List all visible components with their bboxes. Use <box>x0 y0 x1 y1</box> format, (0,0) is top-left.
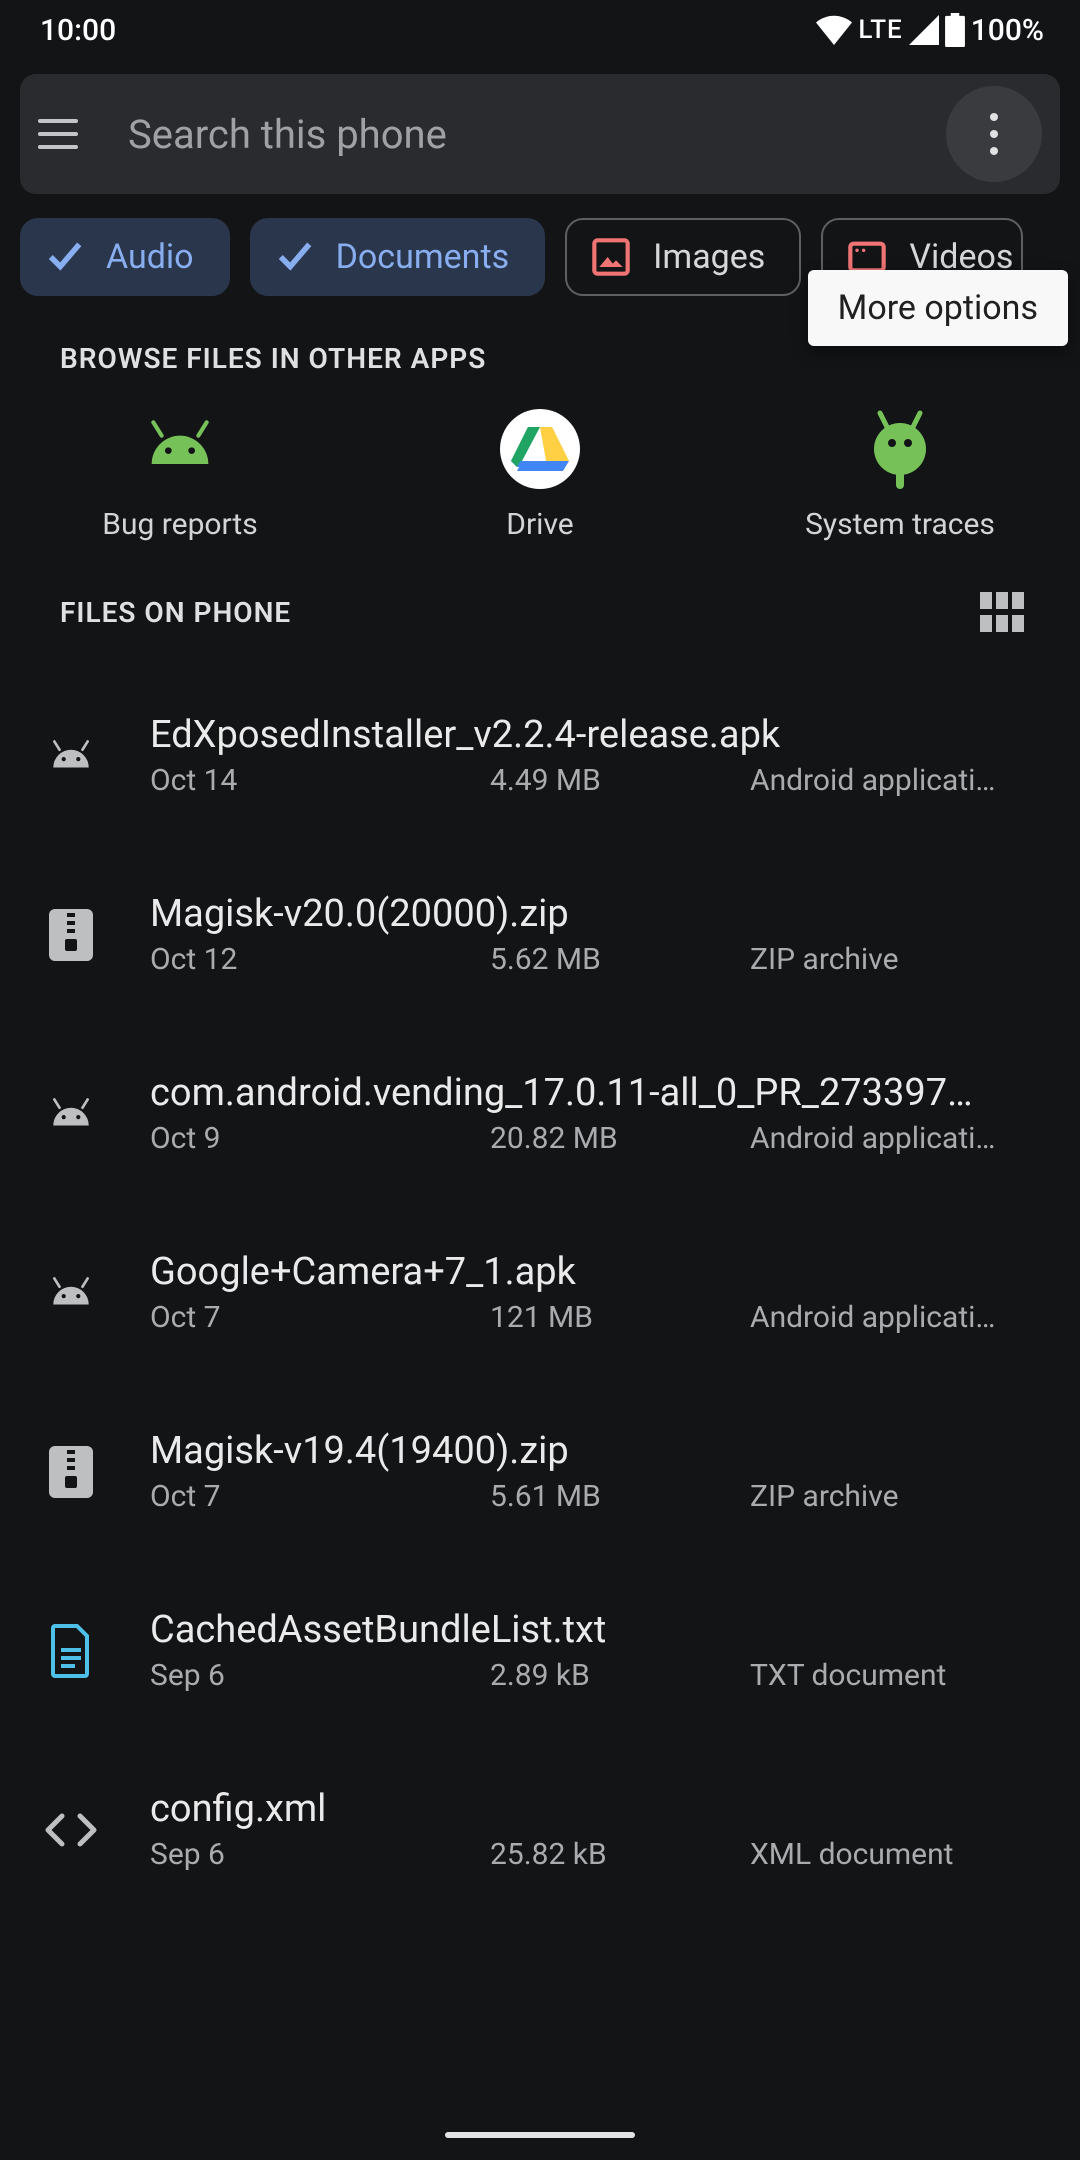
file-name: com.android.vending_17.0.11-all_0_PR_273… <box>150 1071 1040 1115</box>
more-options-tooltip: More options <box>808 270 1068 346</box>
wifi-icon <box>816 15 852 45</box>
file-size: 5.61 MB <box>490 1479 750 1514</box>
drive-icon <box>500 409 580 489</box>
file-row[interactable]: EdXposedInstaller_v2.2.4-release.apk Oct… <box>0 666 1080 845</box>
zip-icon <box>42 906 100 964</box>
file-name: CachedAssetBundleList.txt <box>150 1608 1040 1652</box>
file-type: XML document <box>750 1837 1040 1872</box>
file-type: ZIP archive <box>750 942 1040 977</box>
app-bug-reports[interactable]: Bug reports <box>50 409 310 542</box>
search-bar[interactable]: Search this phone <box>20 74 1060 194</box>
file-size: 4.49 MB <box>490 763 750 798</box>
chip-label: Images <box>653 237 765 277</box>
app-label: Drive <box>506 507 573 542</box>
image-icon <box>591 237 631 277</box>
chip-label: Documents <box>336 237 510 277</box>
app-drive[interactable]: Drive <box>410 409 670 542</box>
status-bar: 10:00 LTE 100% <box>0 0 1080 60</box>
file-date: Oct 12 <box>150 942 490 977</box>
file-size: 5.62 MB <box>490 942 750 977</box>
xml-icon <box>42 1801 100 1859</box>
file-name: Google+Camera+7_1.apk <box>150 1250 1040 1294</box>
clock: 10:00 <box>40 13 116 48</box>
file-row[interactable]: config.xml Sep 6 25.82 kB XML document <box>0 1740 1080 1919</box>
file-size: 20.82 MB <box>490 1121 750 1156</box>
file-date: Oct 9 <box>150 1121 490 1156</box>
file-meta: Sep 6 2.89 kB TXT document <box>150 1658 1040 1693</box>
file-date: Oct 7 <box>150 1479 490 1514</box>
zip-icon <box>42 1443 100 1501</box>
battery-percentage: 100% <box>971 13 1044 48</box>
check-icon <box>276 238 314 276</box>
file-date: Oct 7 <box>150 1300 490 1335</box>
file-type: Android applicati… <box>750 1300 1040 1335</box>
chip-label: Audio <box>106 237 194 277</box>
more-options-button[interactable] <box>946 86 1042 182</box>
file-row[interactable]: Magisk-v19.4(19400).zip Oct 7 5.61 MB ZI… <box>0 1382 1080 1561</box>
file-meta: Sep 6 25.82 kB XML document <box>150 1837 1040 1872</box>
txt-icon <box>42 1622 100 1680</box>
network-type: LTE <box>858 15 902 45</box>
file-type: TXT document <box>750 1658 1040 1693</box>
file-size: 25.82 kB <box>490 1837 750 1872</box>
app-system-traces[interactable]: System traces <box>770 409 1030 542</box>
file-type: Android applicati… <box>750 1121 1040 1156</box>
signal-icon <box>909 15 939 45</box>
file-row[interactable]: com.android.vending_17.0.11-all_0_PR_273… <box>0 1024 1080 1203</box>
file-name: config.xml <box>150 1787 1040 1831</box>
file-size: 121 MB <box>490 1300 750 1335</box>
search-input[interactable]: Search this phone <box>128 111 904 158</box>
file-name: Magisk-v20.0(20000).zip <box>150 892 1040 936</box>
bugdroid-round-icon <box>860 409 940 489</box>
file-date: Sep 6 <box>150 1837 490 1872</box>
grid-view-button[interactable] <box>980 592 1024 632</box>
chip-audio[interactable]: Audio <box>20 218 230 296</box>
menu-button[interactable] <box>38 110 86 158</box>
apk-icon <box>42 1085 100 1143</box>
chip-documents[interactable]: Documents <box>250 218 546 296</box>
file-name: Magisk-v19.4(19400).zip <box>150 1429 1040 1473</box>
file-date: Oct 14 <box>150 763 490 798</box>
grid-icon <box>980 592 1024 632</box>
chip-images[interactable]: Images <box>565 218 801 296</box>
file-type: Android applicati… <box>750 763 1040 798</box>
file-meta: Oct 9 20.82 MB Android applicati… <box>150 1121 1040 1156</box>
battery-icon <box>945 13 965 47</box>
app-label: Bug reports <box>102 507 257 542</box>
file-type: ZIP archive <box>750 1479 1040 1514</box>
apk-icon <box>42 1264 100 1322</box>
file-meta: Oct 7 121 MB Android applicati… <box>150 1300 1040 1335</box>
app-label: System traces <box>805 507 995 542</box>
file-list: EdXposedInstaller_v2.2.4-release.apk Oct… <box>0 638 1080 1919</box>
bugdroid-icon <box>140 409 220 489</box>
apk-icon <box>42 727 100 785</box>
file-row[interactable]: Google+Camera+7_1.apk Oct 7 121 MB Andro… <box>0 1203 1080 1382</box>
file-meta: Oct 7 5.61 MB ZIP archive <box>150 1479 1040 1514</box>
file-meta: Oct 12 5.62 MB ZIP archive <box>150 942 1040 977</box>
files-header: FILES ON PHONE <box>60 596 291 629</box>
file-row[interactable]: Magisk-v20.0(20000).zip Oct 12 5.62 MB Z… <box>0 845 1080 1024</box>
other-apps-row: Bug reports Drive System traces <box>0 395 1080 572</box>
file-meta: Oct 14 4.49 MB Android applicati… <box>150 763 1040 798</box>
file-row[interactable]: CachedAssetBundleList.txt Sep 6 2.89 kB … <box>0 1561 1080 1740</box>
nav-bar[interactable] <box>0 2112 1080 2160</box>
file-size: 2.89 kB <box>490 1658 750 1693</box>
check-icon <box>46 238 84 276</box>
file-name: EdXposedInstaller_v2.2.4-release.apk <box>150 713 1040 757</box>
nav-pill <box>445 2132 635 2138</box>
file-date: Sep 6 <box>150 1658 490 1693</box>
